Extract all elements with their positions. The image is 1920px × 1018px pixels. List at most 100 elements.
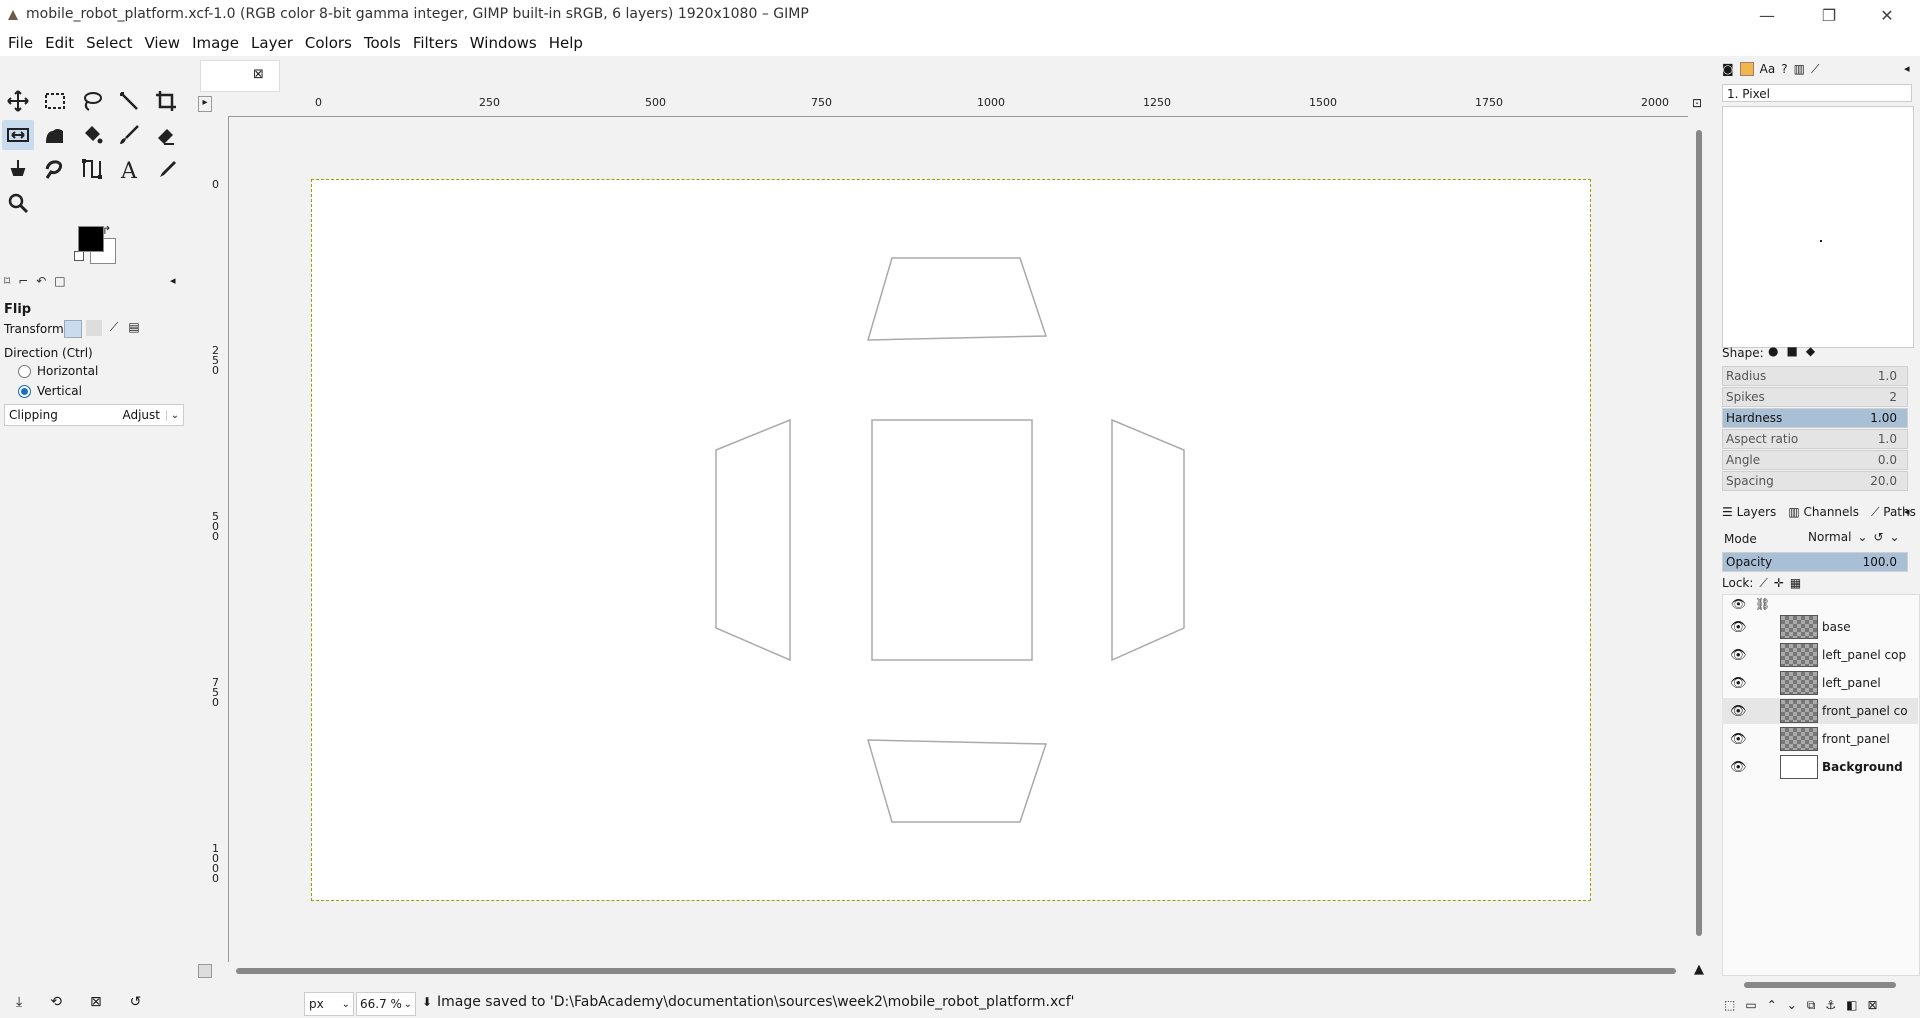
eye-icon[interactable]: 👁 [1730, 704, 1750, 719]
menu-image[interactable]: Image [186, 34, 245, 52]
layer-row[interactable]: 👁 left_panel [1722, 670, 1918, 696]
menu-help[interactable]: Help [543, 34, 589, 52]
radio-on-icon[interactable] [18, 384, 31, 398]
undo-history-tab-icon[interactable]: ↶ [36, 274, 46, 288]
save-options-icon[interactable]: ⤓ [16, 994, 22, 1010]
chevron-down-icon[interactable]: ⌄ [1857, 530, 1867, 544]
restore-options-icon[interactable]: ⟲ [50, 994, 62, 1010]
menu-view[interactable]: View [138, 34, 186, 52]
new-layer-icon[interactable]: ⬚ [1724, 998, 1735, 1013]
color-picker-icon[interactable] [150, 154, 182, 184]
image-tab[interactable]: ⊠ [200, 60, 280, 92]
tool-options-tab-icon[interactable]: ⌑ [4, 274, 10, 288]
angle-slider[interactable]: Angle 0.0 [1722, 450, 1908, 470]
brush-name-field[interactable]: 1. Pixel [1722, 84, 1912, 102]
minimize-icon[interactable]: — [1744, 0, 1790, 30]
direction-horizontal-radio[interactable]: Horizontal [18, 364, 98, 378]
chevron-down-icon[interactable]: ⌄ [166, 409, 183, 421]
bucket-fill-icon[interactable] [76, 120, 108, 150]
spikes-slider[interactable]: Spikes 2 [1722, 387, 1908, 407]
paintbrush-icon[interactable] [113, 120, 145, 150]
new-layer-group-icon[interactable]: ▭ [1745, 998, 1756, 1013]
reset-options-icon[interactable]: ↺ [130, 994, 142, 1010]
layer-row[interactable]: 👁 base [1722, 614, 1918, 640]
navigate-icon[interactable]: ⊡ [1692, 96, 1702, 110]
move-tool-icon[interactable] [2, 86, 34, 116]
zoom-follow-icon[interactable] [198, 964, 212, 978]
spacing-slider[interactable]: Spacing 20.0 [1722, 471, 1908, 491]
tab-channels[interactable]: ▥ Channels [1788, 505, 1859, 520]
delete-layer-icon[interactable]: ⊠ [1868, 998, 1878, 1013]
menu-file[interactable]: File [2, 34, 39, 52]
transform-layer-icon[interactable] [64, 320, 82, 338]
radius-slider[interactable]: Radius 1.0 [1722, 366, 1908, 386]
hardness-slider[interactable]: Hardness 1.00 [1722, 408, 1908, 428]
square-shape-icon[interactable]: ■ [1786, 344, 1797, 358]
eye-icon[interactable]: 👁 [1730, 620, 1750, 635]
eye-icon[interactable]: 👁 [1730, 760, 1750, 775]
anchor-layer-icon[interactable]: ⚓ [1825, 998, 1836, 1013]
delete-options-icon[interactable]: ⊠ [90, 994, 102, 1010]
diamond-shape-icon[interactable]: ◆ [1806, 344, 1815, 358]
menu-tools[interactable]: Tools [358, 34, 407, 52]
menu-layer[interactable]: Layer [245, 34, 299, 52]
configure-tab-icon[interactable]: ◂ [1904, 62, 1910, 75]
chevron-down-icon[interactable]: ⌄ [342, 999, 350, 1010]
opacity-slider[interactable]: Opacity 100.0 [1722, 552, 1908, 572]
eraser-icon[interactable] [150, 120, 182, 150]
menu-windows[interactable]: Windows [464, 34, 543, 52]
clipping-select[interactable]: Clipping Adjust ⌄ [4, 404, 184, 426]
layer-row[interactable]: 👁 left_panel cop [1722, 642, 1918, 668]
transform-path-icon[interactable]: ⟋ [106, 320, 122, 336]
paths-icon[interactable] [76, 154, 108, 184]
lower-layer-icon[interactable]: ⌄ [1787, 998, 1797, 1013]
layer-row[interactable]: 👁 front_panel co [1722, 698, 1918, 724]
raise-layer-icon[interactable]: ⌃ [1767, 998, 1777, 1013]
horizontal-scrollbar[interactable] [236, 968, 1676, 974]
radio-off-icon[interactable] [18, 364, 31, 378]
doc-history-tab-icon[interactable]: ▥ [1794, 62, 1805, 77]
free-select-icon[interactable] [76, 86, 108, 116]
text-icon[interactable]: A [113, 154, 145, 184]
layers-scrollbar[interactable] [1744, 982, 1896, 988]
layer-row[interactable]: 👁 front_panel [1722, 726, 1918, 752]
direction-vertical-radio[interactable]: Vertical [18, 384, 82, 398]
images-tab-icon[interactable]: □ [54, 274, 65, 288]
layer-row[interactable]: 👁 Background [1722, 754, 1918, 780]
lock-position-icon[interactable]: ✛ [1774, 576, 1784, 591]
zoom-select[interactable]: 66.7 % ⌄ [356, 992, 416, 1016]
brush-tab-icon[interactable]: ⟋ [1811, 62, 1819, 77]
transform-selection-icon[interactable] [86, 320, 102, 336]
vertical-scrollbar[interactable] [1696, 130, 1702, 936]
menu-edit[interactable]: Edit [39, 34, 80, 52]
device-status-tab-icon[interactable]: ⌐ [18, 274, 28, 288]
menu-select[interactable]: Select [80, 34, 138, 52]
fuzzy-select-icon[interactable] [113, 86, 145, 116]
chevron-down-icon[interactable]: ⌄ [1890, 530, 1900, 544]
eye-icon[interactable]: 👁 [1730, 676, 1750, 691]
clone-icon[interactable] [2, 154, 34, 184]
circle-shape-icon[interactable]: ● [1768, 344, 1778, 358]
aspect-ratio-slider[interactable]: Aspect ratio 1.0 [1722, 429, 1908, 449]
smudge-icon[interactable] [39, 154, 71, 184]
configure-tab-icon[interactable]: ◂ [1904, 505, 1910, 518]
quick-mask-toggle-icon[interactable]: ▸ [198, 96, 212, 112]
rect-select-icon[interactable] [39, 86, 71, 116]
menu-colors[interactable]: Colors [299, 34, 358, 52]
warp-icon[interactable] [39, 120, 71, 150]
transform-image-icon[interactable]: ▤ [126, 320, 142, 336]
foreground-color-swatch[interactable] [78, 226, 104, 252]
unit-select[interactable]: px ⌄ [304, 992, 354, 1016]
zoom-icon[interactable] [2, 188, 34, 218]
chevron-down-icon[interactable]: ⌄ [404, 999, 412, 1010]
navigate-arrow-icon[interactable]: ▲ [1694, 962, 1704, 977]
restore-icon[interactable]: ❐ [1806, 0, 1852, 30]
brushes-tab-icon[interactable]: ◙ [1722, 62, 1734, 77]
eye-icon[interactable]: 👁 [1730, 648, 1750, 663]
reset-mode-icon[interactable]: ↺ [1873, 530, 1883, 544]
configure-tab-icon[interactable]: ◂ [170, 274, 176, 287]
fonts-tab-icon[interactable]: Aa [1760, 62, 1776, 77]
close-tab-icon[interactable]: ⊠ [253, 67, 264, 82]
layer-mask-icon[interactable]: ◧ [1846, 998, 1857, 1013]
duplicate-layer-icon[interactable]: ⧉ [1807, 998, 1816, 1013]
